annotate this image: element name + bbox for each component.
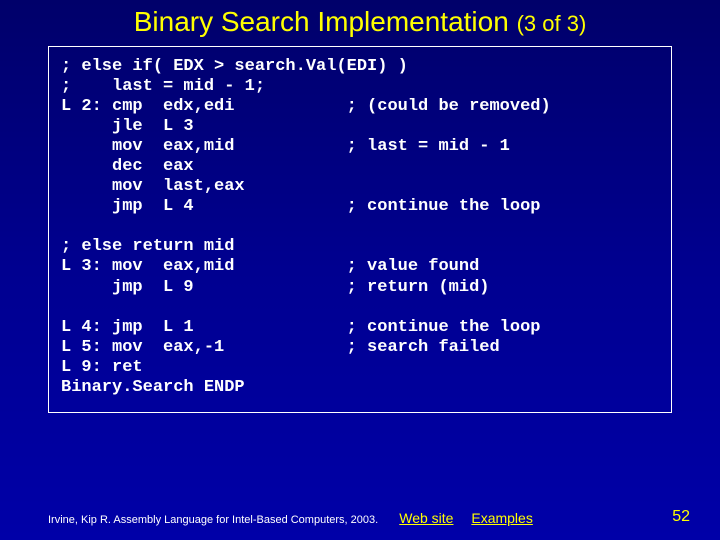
slide: Binary Search Implementation (3 of 3) ; … (0, 0, 720, 540)
examples-link[interactable]: Examples (471, 510, 532, 526)
code-block: ; else if( EDX > search.Val(EDI) ) ; las… (48, 46, 672, 413)
title-sub: (3 of 3) (517, 11, 587, 36)
page-number: 52 (672, 508, 690, 526)
footer-links: Web site Examples (399, 510, 547, 526)
website-link[interactable]: Web site (399, 510, 453, 526)
citation-text: Irvine, Kip R. Assembly Language for Int… (48, 514, 378, 526)
slide-title: Binary Search Implementation (3 of 3) (0, 0, 720, 46)
title-main: Binary Search Implementation (134, 6, 509, 37)
footer: Irvine, Kip R. Assembly Language for Int… (48, 510, 672, 526)
